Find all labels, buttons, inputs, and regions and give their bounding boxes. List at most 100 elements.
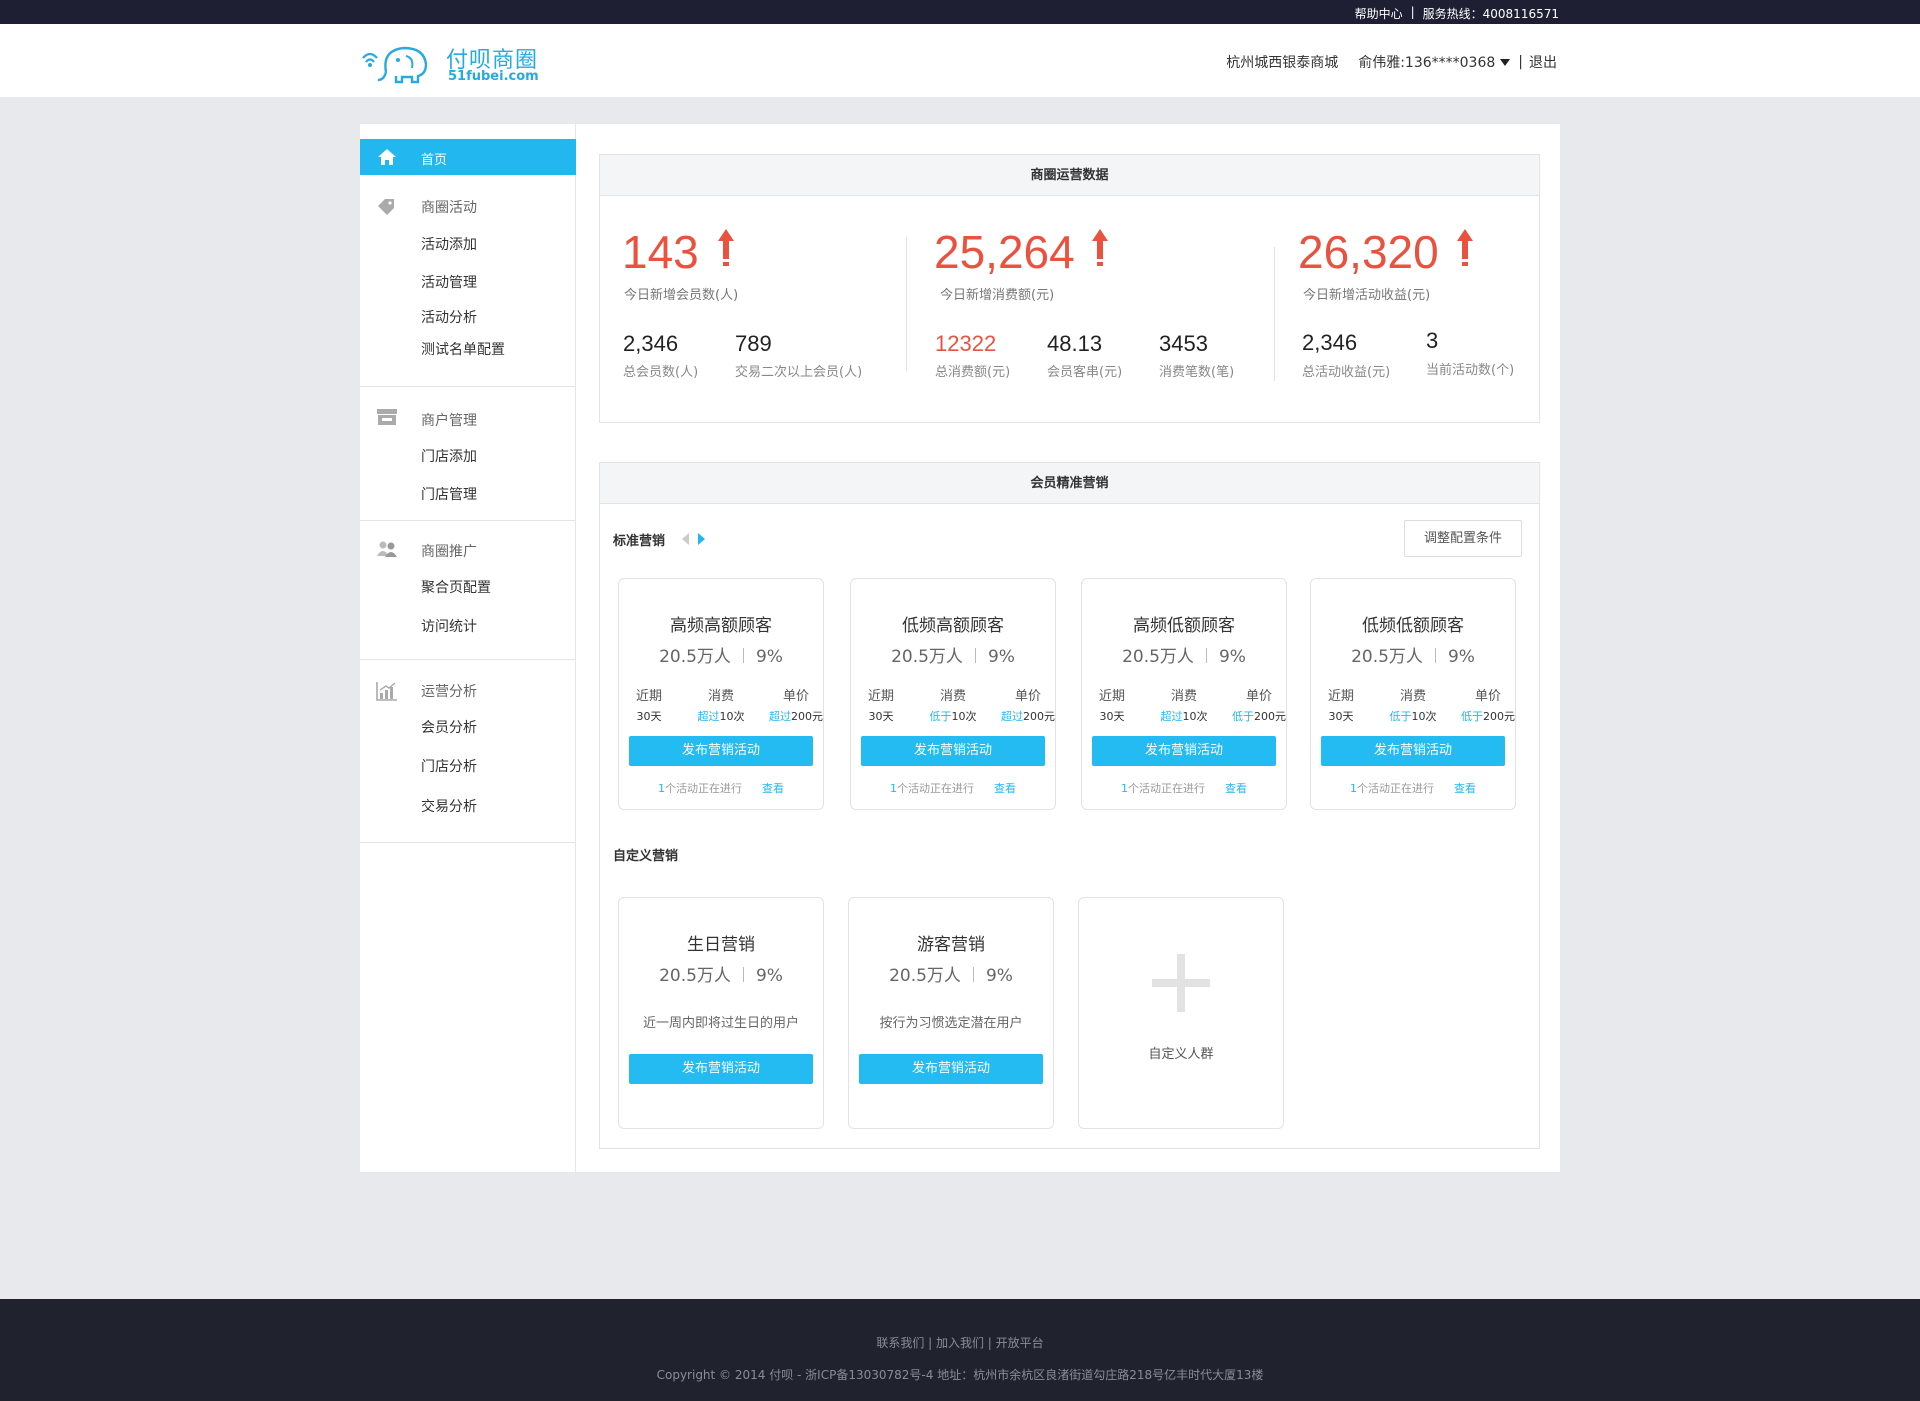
- divider: [742, 648, 744, 663]
- publish-campaign-button[interactable]: 发布营销活动: [861, 736, 1045, 766]
- sidebar-item-store-add[interactable]: 门店添加: [421, 446, 477, 466]
- stat-value: 789: [735, 331, 772, 356]
- user-account[interactable]: 俞伟雅:136****0368: [1358, 52, 1495, 72]
- publish-campaign-button[interactable]: 发布营销活动: [1321, 736, 1505, 766]
- metric-period: 近期 30天: [851, 685, 911, 724]
- publish-campaign-button[interactable]: 发布营销活动: [859, 1054, 1043, 1084]
- sidebar-group-operations[interactable]: 运营分析: [421, 681, 477, 701]
- stat-label: 会员客串(元): [1047, 365, 1123, 380]
- divider: [906, 237, 907, 371]
- metric-title: 消费: [1399, 689, 1426, 704]
- adjust-config-button[interactable]: 调整配置条件: [1404, 520, 1522, 557]
- sidebar-item-aggregate-page[interactable]: 聚合页配置: [421, 577, 491, 597]
- footer: 联系我们 | 加入我们 | 开放平台 Copyright © 2014 付呗 -…: [0, 1299, 1920, 1401]
- metric-frequency: 消费低于10次: [1383, 685, 1443, 724]
- metric-amount: 10次: [1182, 710, 1208, 723]
- sidebar-group-merchants[interactable]: 商户管理: [421, 410, 477, 430]
- publish-campaign-button[interactable]: 发布营销活动: [629, 1054, 813, 1084]
- publish-campaign-button[interactable]: 发布营销活动: [629, 736, 813, 766]
- plus-icon: [1152, 954, 1210, 1012]
- sidebar-item-trade-analysis[interactable]: 交易分析: [421, 796, 477, 816]
- metric-qualifier: 低于: [1389, 710, 1412, 723]
- metric-title: 近期: [867, 689, 894, 704]
- card-title: 低频高额顾客: [902, 616, 1004, 636]
- marketing-card: 低频高额顾客 20.5万人 9% 近期 30天 消费 低于10次 单价 超过200元 发…: [850, 578, 1056, 810]
- audience-percent: 9%: [985, 966, 1013, 986]
- chevron-left-icon[interactable]: [682, 533, 690, 545]
- metric-value: 超过200元: [998, 708, 1058, 724]
- metric-title: 近期: [1327, 689, 1354, 704]
- audience-count: 20.5万人: [891, 647, 963, 667]
- sidebar-item-store-manage[interactable]: 门店管理: [421, 484, 477, 504]
- marketing-card: 低频低额顾客 20.5万人 9% 近期 30天 消费 低于10次 单价 低于200元 发…: [1310, 578, 1516, 810]
- view-link[interactable]: 查看: [1225, 782, 1247, 795]
- active-text: 个活动正在进行: [1357, 782, 1434, 795]
- stat-label: 交易二次以上会员(人): [735, 365, 863, 380]
- metric-qualifier: 超过: [697, 710, 720, 723]
- chevron-down-icon[interactable]: [1500, 58, 1511, 66]
- custom-marketing-label: 自定义营销: [613, 849, 679, 864]
- users-icon: [377, 541, 397, 557]
- sidebar-item-test-list[interactable]: 测试名单配置: [421, 339, 505, 359]
- marketing-panel: 会员精准营销 标准营销 调整配置条件 高频高额顾客 20.5万人 9% 近期 30天…: [599, 462, 1540, 1149]
- sidebar-group-promotion[interactable]: 商圈推广: [421, 541, 477, 561]
- metric-frequency: 消费超过10次: [1154, 685, 1214, 724]
- ops-data-panel: 商圈运营数据 143 今日新增会员数(人) 25,264 今日新增消费额(元) …: [599, 154, 1540, 423]
- divider: [1434, 648, 1436, 663]
- sidebar: 首页 商圈活动 活动添加 活动管理 活动分析 测试名单配置 商户管理 门店添加 …: [360, 124, 576, 1172]
- standard-marketing-label: 标准营销: [613, 534, 666, 549]
- metric-value: 30天: [868, 710, 894, 723]
- sidebar-group-activities[interactable]: 商圈活动: [421, 197, 477, 217]
- metric-value: 低于200元: [1229, 708, 1289, 724]
- metric-qualifier: 超过: [1160, 710, 1183, 723]
- divider: [360, 842, 576, 843]
- metric-title: 近期: [1098, 689, 1125, 704]
- add-custom-label: 自定义人群: [1148, 1047, 1214, 1062]
- metric-title: 消费: [1170, 689, 1197, 704]
- add-custom-audience-card[interactable]: 自定义人群: [1078, 897, 1284, 1129]
- card-audience: 20.5万人 9%: [851, 642, 1055, 667]
- view-link[interactable]: 查看: [1454, 782, 1476, 795]
- card-title: 低频低额顾客: [1362, 616, 1464, 636]
- metric-value: 超过200元: [766, 708, 826, 724]
- metric-amount: 200元: [1023, 710, 1055, 723]
- divider: [974, 648, 976, 663]
- divider: [1205, 648, 1207, 663]
- card-audience: 20.5万人 9%: [1311, 642, 1515, 667]
- metric-title: 单价: [782, 689, 809, 704]
- footer-links[interactable]: 联系我们 | 加入我们 | 开放平台: [0, 1334, 1920, 1351]
- sidebar-item-activity-manage[interactable]: 活动管理: [421, 272, 477, 292]
- sidebar-item-member-analysis[interactable]: 会员分析: [421, 717, 477, 737]
- metric-qualifier: 低于: [1461, 710, 1483, 723]
- chevron-right-icon[interactable]: [697, 533, 705, 545]
- metric-amount: 10次: [1411, 710, 1437, 723]
- divider: [972, 967, 974, 982]
- metric-price: 单价 低于200元: [1229, 685, 1289, 724]
- sidebar-item-store-analysis[interactable]: 门店分析: [421, 756, 477, 776]
- logout-link[interactable]: 退出: [1529, 52, 1557, 72]
- sidebar-item-activity-add[interactable]: 活动添加: [421, 234, 477, 254]
- publish-campaign-button[interactable]: 发布营销活动: [1092, 736, 1276, 766]
- sidebar-item-home[interactable]: 首页: [360, 139, 576, 175]
- marketing-card: 高频高额顾客 20.5万人 9% 近期 30天 消费 超过10次 单价 超过200元 发…: [618, 578, 824, 810]
- stat-label: 消费笔数(笔): [1159, 365, 1235, 380]
- metric-amount: 200元: [1254, 710, 1286, 723]
- view-link[interactable]: 查看: [762, 782, 784, 795]
- help-center-link[interactable]: 帮助中心: [1355, 5, 1403, 22]
- metric-value: 超过10次: [691, 708, 751, 724]
- card-title: 高频低额顾客: [1133, 616, 1235, 636]
- logo[interactable]: 付呗商圈 51fubei.com: [360, 42, 560, 86]
- metric-title: 近期: [635, 689, 662, 704]
- sidebar-item-visit-stats[interactable]: 访问统计: [421, 616, 477, 636]
- sidebar-item-label: 首页: [421, 153, 448, 168]
- metric-qualifier: 超过: [769, 710, 791, 723]
- header: 付呗商圈 51fubei.com 杭州城西银泰商城 俞伟雅:136****036…: [0, 24, 1920, 97]
- kpi-value: 25,264: [934, 226, 1075, 278]
- divider: [742, 967, 744, 982]
- kpi-label: 今日新增消费额(元): [940, 288, 1055, 303]
- sidebar-item-activity-analysis[interactable]: 活动分析: [421, 307, 477, 327]
- mall-name: 杭州城西银泰商城: [1226, 55, 1339, 71]
- view-link[interactable]: 查看: [994, 782, 1016, 795]
- card-audience: 20.5万人 9%: [619, 642, 823, 667]
- metric-amount: 200元: [791, 710, 823, 723]
